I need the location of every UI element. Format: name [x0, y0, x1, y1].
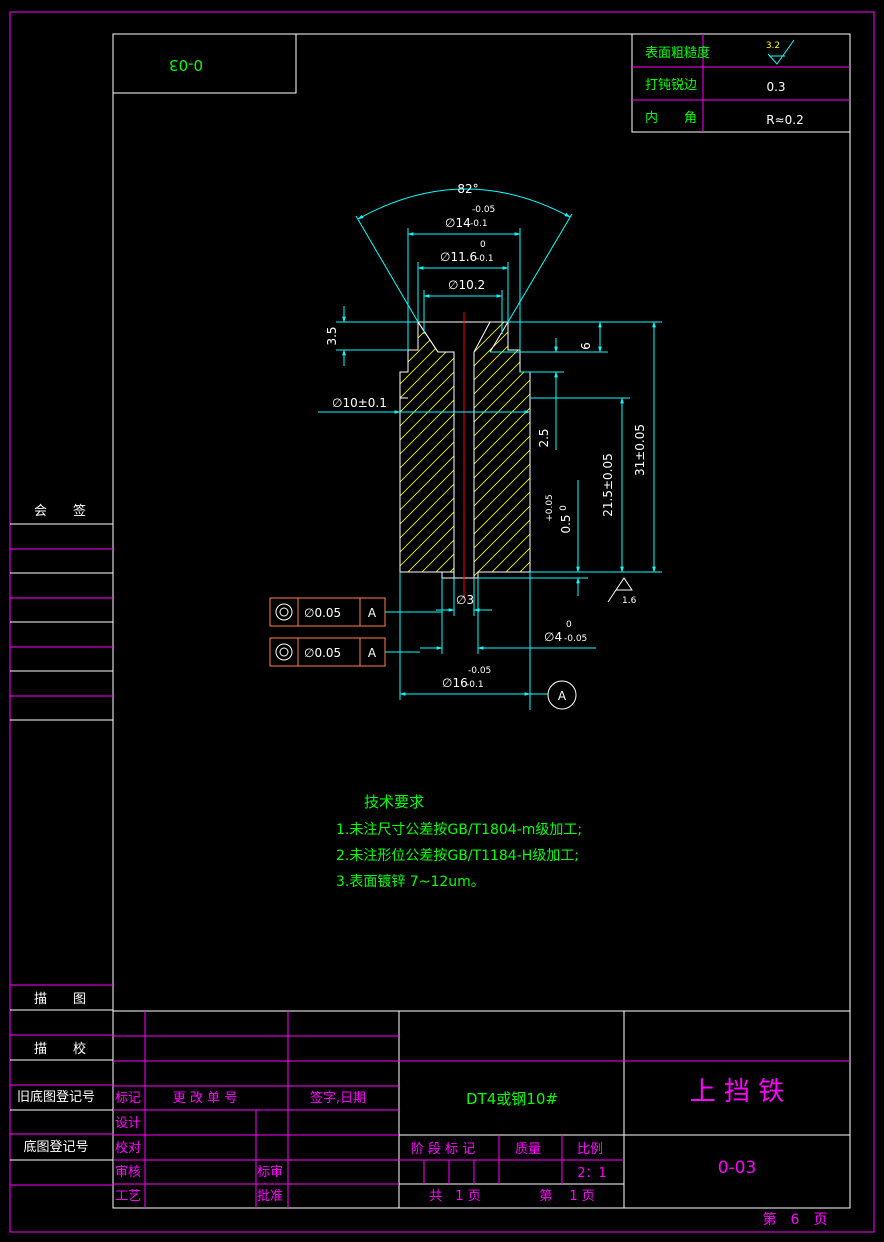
tol-d11-lower: -0.1: [476, 254, 494, 264]
tb-proofread: 校对: [115, 1140, 141, 1156]
datum-text: A: [558, 689, 567, 703]
inner-corner-label: 内 角: [645, 110, 697, 126]
tb-total-pages: 共 1 页: [429, 1189, 480, 1204]
tol-d16-upper: -0.05: [468, 666, 491, 676]
fcf-1-value: ∅0.05: [304, 606, 341, 620]
tb-scale: 2：1: [577, 1166, 607, 1181]
dim-d10-text: ∅10±0.1: [332, 396, 387, 410]
fcf-2-value: ∅0.05: [304, 646, 341, 660]
tb-part-name: 上 挡 铁: [690, 1077, 785, 1107]
fcf-2-datum: A: [368, 646, 377, 660]
dim-d3-text: ∅3: [456, 593, 474, 607]
dim-d11-text: ∅11.6: [440, 250, 477, 264]
drawing-canvas: 0-03 表面粗糙度 打钝锐边 内 角 3.2 0.3 R≈0.2 82° ∅1…: [9, 11, 875, 1233]
dim-d4-text: ∅4: [544, 630, 562, 644]
concentricity-icon: [275, 643, 293, 661]
tb-page-no: 第 1 页: [539, 1189, 595, 1204]
drawn-label: 描 图: [34, 992, 86, 1007]
note-item: 3.表面镀锌 7~12um。: [336, 873, 485, 890]
part-section: [399, 312, 531, 600]
tb-design: 设计: [115, 1116, 141, 1131]
tol-d4-lower: -0.05: [564, 634, 587, 644]
left-column: 会 签 描 图 描 校 旧底图登记号 底图登记号: [10, 503, 113, 1186]
tol-d16-lower: -0.1: [466, 680, 484, 690]
roughness-label: 表面粗糙度: [645, 45, 710, 61]
dim-2-5-text: 2.5: [537, 428, 551, 447]
countersign-label: 会 签: [34, 503, 86, 519]
tech-notes: 技术要求 1.未注尺寸公差按GB/T1804-m级加工; 2.未注形位公差按GB…: [336, 793, 582, 890]
deburr-label: 打钝锐边: [645, 78, 697, 93]
old-reg-label: 旧底图登记号: [17, 1089, 95, 1105]
dim-3-5: 3.5: [325, 306, 418, 366]
dim-d16-text: ∅16: [442, 676, 468, 690]
deburr-value: 0.3: [766, 80, 785, 94]
tb-standard: 标审: [257, 1165, 283, 1180]
notes-title: 技术要求: [364, 793, 424, 811]
note-item: 2.未注形位公差按GB/T1184-H级加工;: [336, 848, 579, 864]
dim-3-5-text: 3.5: [325, 326, 339, 345]
tb-process: 工艺: [115, 1189, 141, 1204]
checked-label: 描 校: [34, 1041, 86, 1057]
code-box: [112, 33, 297, 94]
code-top-left: 0-03: [169, 56, 203, 74]
tb-material: DT4或钢10#: [466, 1090, 558, 1108]
title-block: 标记 更 改 单 号 签字,日期 设计 校对 审核 标审 工艺 批准 DT4或钢…: [113, 1010, 850, 1208]
dim-0-5-text: 0.5: [559, 514, 573, 533]
note-item: 1.未注尺寸公差按GB/T1804-m级加工;: [336, 822, 582, 838]
roughness-value: 3.2: [766, 41, 780, 51]
tol-0-5-lower: 0: [559, 505, 569, 511]
fcf-1: ∅0.05 A: [269, 597, 442, 627]
tb-mass: 质量: [515, 1142, 541, 1157]
tb-sign-date: 签字,日期: [310, 1090, 366, 1106]
dim-6-text: 6: [579, 342, 593, 350]
tb-scale-label: 比例: [577, 1142, 603, 1157]
tb-approve: 批准: [257, 1189, 283, 1204]
sheet-number: 第 6 页: [763, 1211, 828, 1228]
dim-d14-text: ∅14: [445, 216, 471, 230]
tol-d14-lower: -0.1: [470, 219, 488, 229]
tb-review: 审核: [115, 1165, 141, 1180]
fcf-2: ∅0.05 A: [269, 637, 420, 667]
dim-d4: ∅4 0 -0.05: [420, 578, 596, 654]
reg-label: 底图登记号: [23, 1139, 88, 1155]
tol-d11-upper: 0: [480, 240, 486, 250]
inner-corner-value: R≈0.2: [766, 113, 803, 127]
surface-table: 表面粗糙度 打钝锐边 内 角 3.2 0.3 R≈0.2: [631, 33, 851, 133]
dim-31-text: 31±0.05: [633, 424, 647, 476]
dim-d10-2-text: ∅10.2: [448, 278, 485, 292]
tb-change-no: 更 改 单 号: [173, 1091, 237, 1106]
tb-part-code: 0-03: [718, 1158, 757, 1178]
dim-21-5-text: 21.5±0.05: [601, 453, 615, 517]
tb-stage-mark: 阶 段 标 记: [411, 1142, 475, 1157]
tol-0-5-upper: +0.05: [545, 494, 555, 522]
angle-82: 82°: [457, 182, 478, 196]
concentricity-icon: [275, 603, 293, 621]
fcf-1-datum: A: [368, 606, 377, 620]
tol-d14-upper: -0.05: [472, 205, 495, 215]
roughness-bottom-text: 1.6: [622, 596, 637, 606]
tol-d4-upper: 0: [566, 620, 572, 630]
tb-mark: 标记: [115, 1091, 141, 1106]
